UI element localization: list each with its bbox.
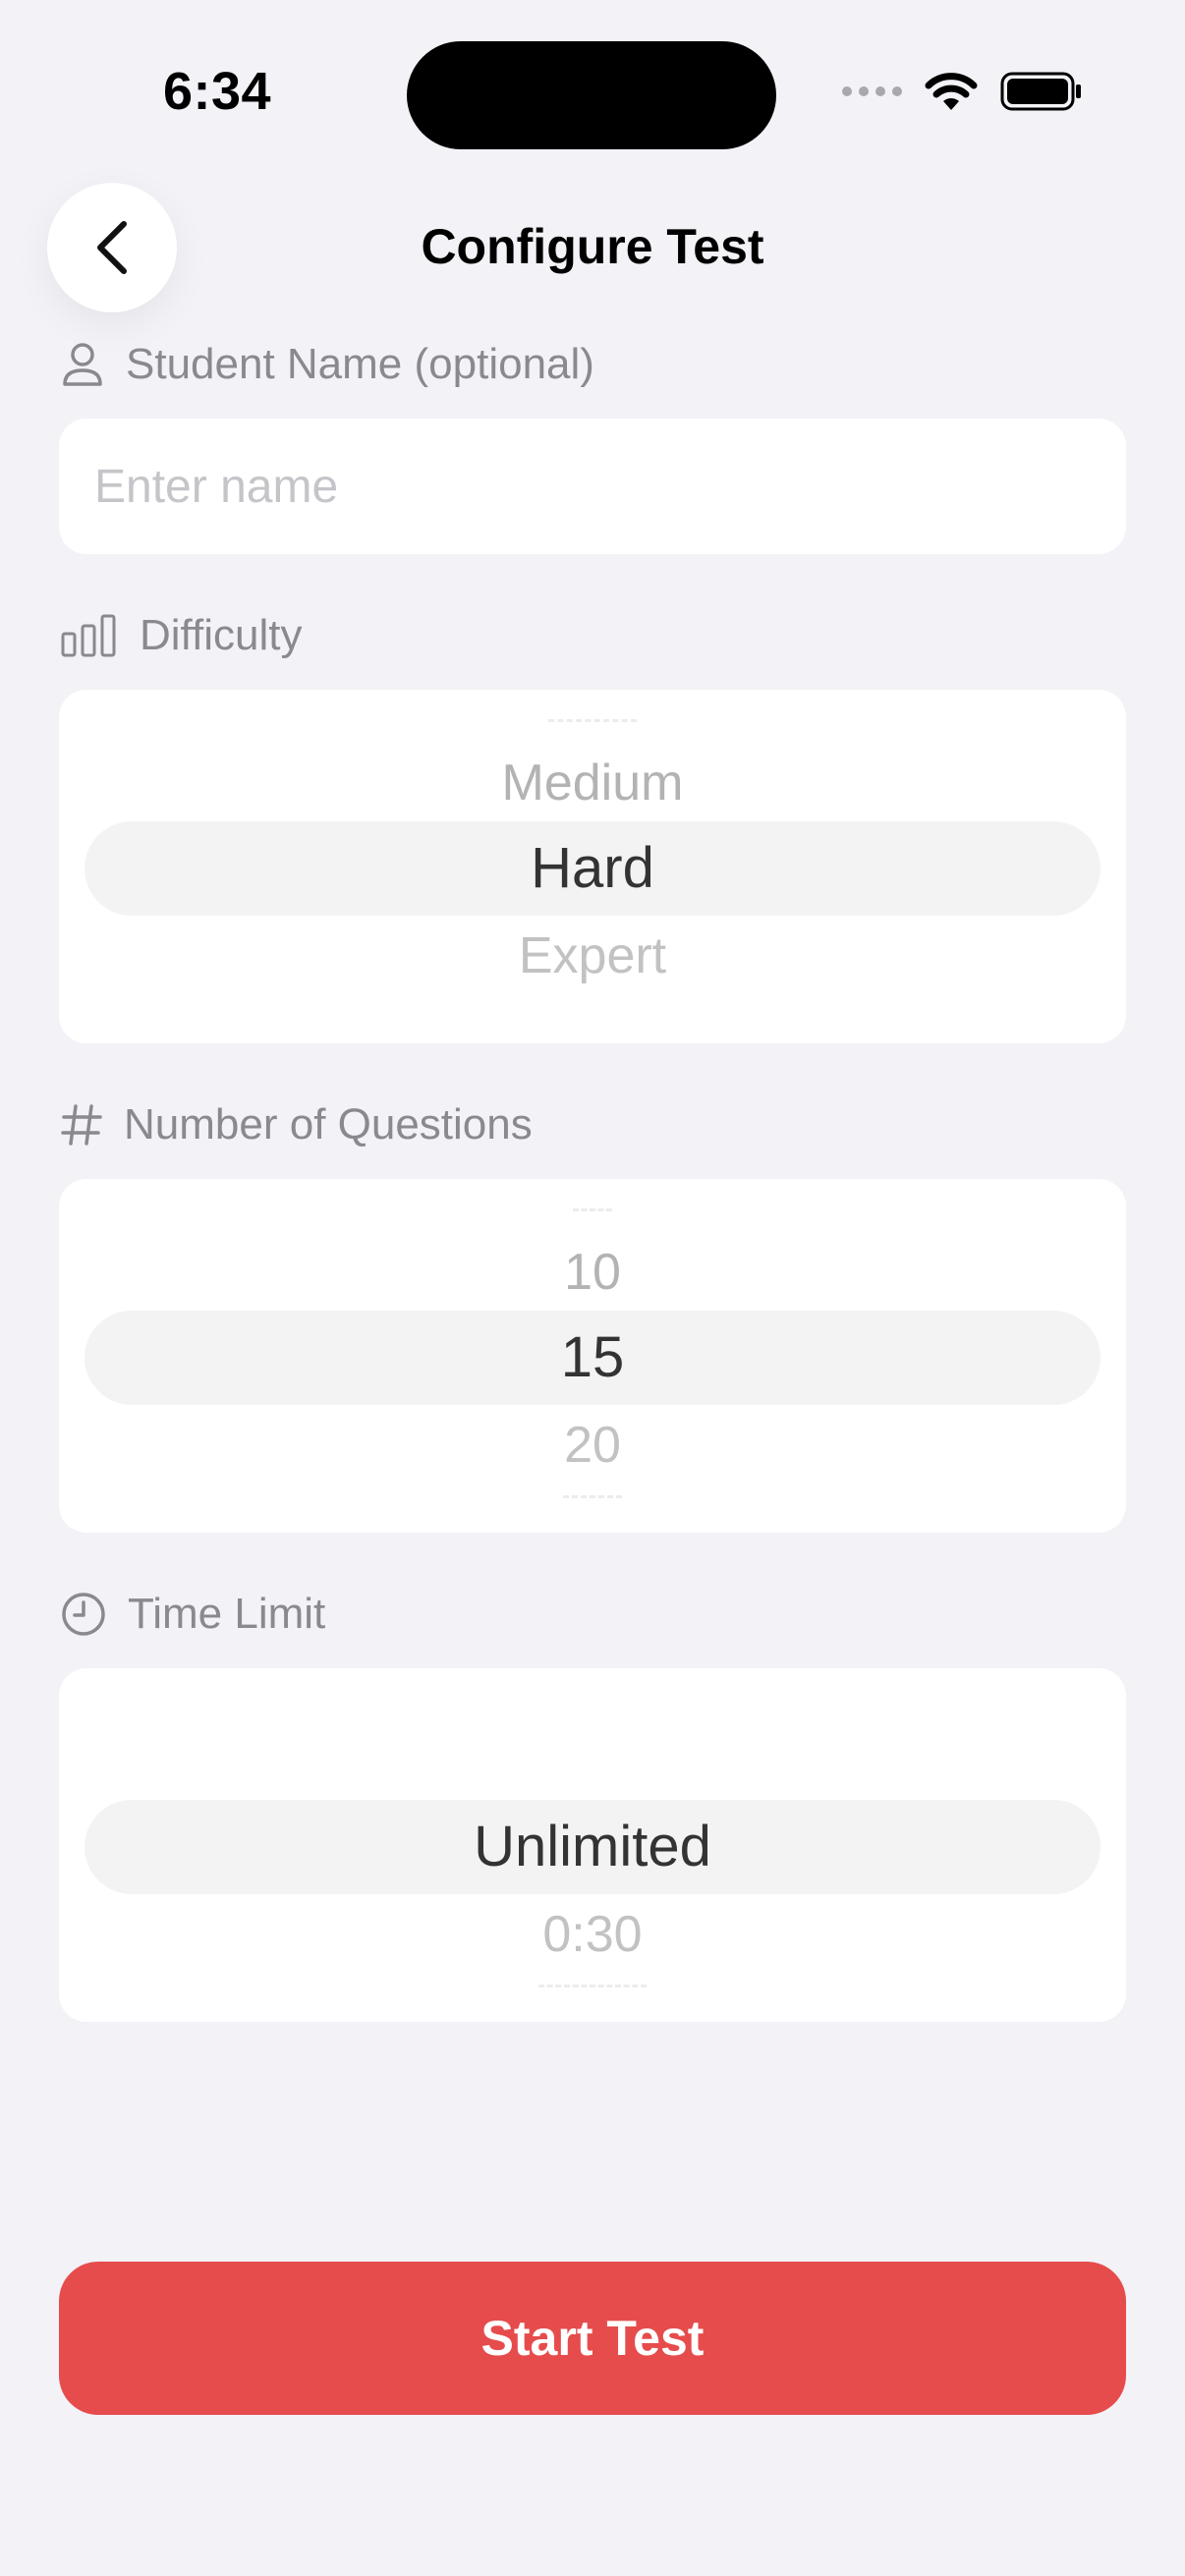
time-limit-label: Time Limit [61, 1590, 325, 1639]
student-name-label: Student Name (optional) [61, 340, 594, 389]
student-name-label-text: Student Name (optional) [126, 340, 594, 388]
status-icons [842, 71, 1083, 112]
cellular-signal-icon [842, 86, 902, 96]
status-time: 6:34 [163, 62, 272, 121]
picker-option[interactable]: 10 [59, 1238, 1126, 1307]
person-icon [61, 341, 104, 388]
questions-picker[interactable]: 10 15 20 [59, 1179, 1126, 1533]
difficulty-label: Difficulty [61, 611, 302, 660]
bar-chart-icon [61, 614, 118, 657]
time-limit-label-text: Time Limit [128, 1590, 326, 1638]
picker-option[interactable] [59, 1727, 1126, 1796]
picker-option[interactable]: Expert [59, 922, 1126, 990]
questions-label-text: Number of Questions [124, 1100, 533, 1148]
wifi-icon [925, 73, 978, 110]
time-limit-picker[interactable]: Unlimited 0:30 [59, 1668, 1126, 2022]
difficulty-label-text: Difficulty [140, 611, 303, 659]
picker-option-selected[interactable]: Hard [59, 821, 1126, 916]
picker-option-selected[interactable]: 15 [59, 1311, 1126, 1405]
picker-option[interactable]: Medium [59, 749, 1126, 817]
student-name-input[interactable] [59, 419, 1126, 554]
battery-icon [1000, 72, 1081, 111]
start-test-button[interactable]: Start Test [59, 2262, 1126, 2415]
page-title: Configure Test [421, 219, 764, 274]
picker-option[interactable]: 0:30 [59, 1900, 1126, 1969]
picker-option-selected[interactable]: Unlimited [59, 1800, 1126, 1894]
questions-label: Number of Questions [61, 1100, 533, 1149]
clock-icon [61, 1592, 106, 1637]
hash-icon [61, 1103, 102, 1147]
difficulty-picker[interactable]: Medium Hard Expert [59, 690, 1126, 1043]
picker-option[interactable]: 20 [59, 1411, 1126, 1480]
dynamic-island [407, 41, 776, 149]
